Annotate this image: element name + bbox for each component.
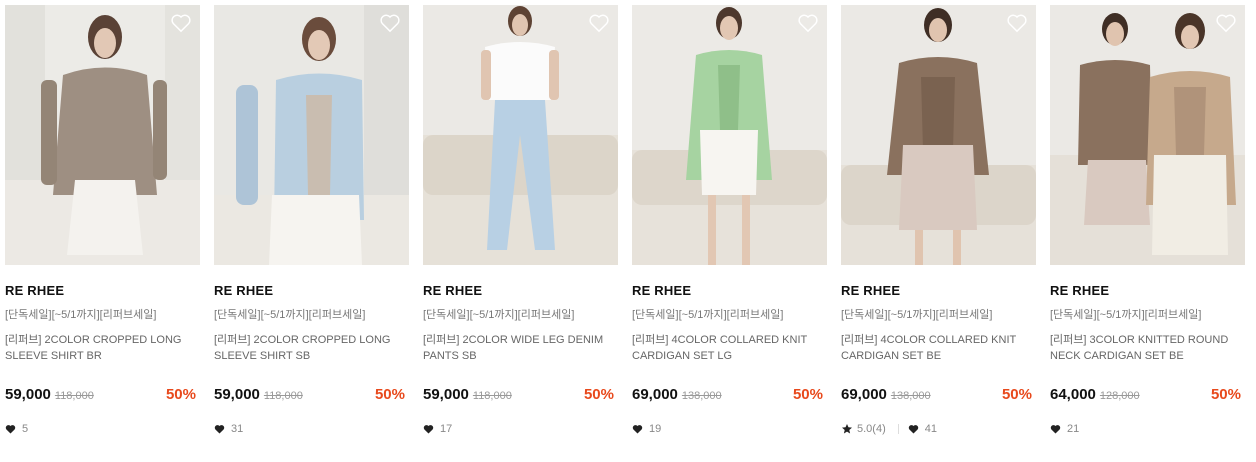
original-price: 118,000: [54, 390, 94, 402]
discount-rate: 50%: [1001, 386, 1032, 403]
wishlist-heart-icon[interactable]: [170, 13, 192, 33]
product-card[interactable]: RE RHEE [단독세일][~5/1까지][리퍼브세일] [리퍼브] 4COL…: [632, 5, 827, 436]
like-count: 21: [1067, 423, 1080, 435]
price-row: 59,000 118,000 50%: [5, 386, 200, 406]
discount-rate: 50%: [583, 386, 614, 403]
brand-name[interactable]: RE RHEE: [5, 283, 200, 299]
discount-rate: 50%: [374, 386, 405, 403]
promo-tags: [단독세일][~5/1까지][리퍼브세일]: [841, 309, 993, 321]
product-meta: 19: [632, 422, 827, 436]
product-image[interactable]: [423, 5, 618, 265]
product-meta: 21: [1050, 422, 1245, 436]
brand-name[interactable]: RE RHEE: [423, 283, 618, 299]
product-title[interactable]: [리퍼브] 4COLOR COLLARED KNIT CARDIGAN SET …: [841, 332, 1036, 364]
product-title[interactable]: [리퍼브] 3COLOR KNITTED ROUND NECK CARDIGAN…: [1050, 332, 1245, 364]
wishlist-heart-icon[interactable]: [797, 13, 819, 33]
sale-price: 64,000: [1050, 386, 1096, 403]
heart-filled-icon: [908, 425, 918, 434]
product-grid: RE RHEE [단독세일][~5/1까지][리퍼브세일] [리퍼브] 2COL…: [0, 0, 1256, 436]
product-image[interactable]: [841, 5, 1036, 265]
product-photo[interactable]: [214, 5, 409, 265]
promo-tags: [단독세일][~5/1까지][리퍼브세일]: [5, 309, 157, 321]
discount-rate: 50%: [792, 386, 823, 403]
price-row: 69,000 138,000 50%: [841, 386, 1036, 406]
product-meta: 5.0(4) 41: [841, 422, 1036, 436]
original-price: 138,000: [890, 390, 931, 402]
product-meta: 31: [214, 422, 409, 436]
product-card[interactable]: RE RHEE [단독세일][~5/1까지][리퍼브세일] [리퍼브] 2COL…: [5, 5, 200, 436]
product-meta: 17: [423, 422, 618, 436]
rating-value: 5.0(4): [857, 423, 886, 435]
promo-tags: [단독세일][~5/1까지][리퍼브세일]: [214, 309, 366, 321]
product-card[interactable]: RE RHEE [단독세일][~5/1까지][리퍼브세일] [리퍼브] 2COL…: [214, 5, 409, 436]
product-photo[interactable]: [632, 5, 827, 265]
brand-name[interactable]: RE RHEE: [1050, 283, 1245, 299]
discount-rate: 50%: [165, 386, 196, 403]
discount-rate: 50%: [1210, 386, 1241, 403]
sale-price: 59,000: [214, 386, 260, 403]
product-title[interactable]: [리퍼브] 2COLOR CROPPED LONG SLEEVE SHIRT S…: [214, 332, 409, 364]
original-price: 138,000: [681, 390, 722, 402]
product-image[interactable]: [214, 5, 409, 265]
product-title[interactable]: [리퍼브] 2COLOR CROPPED LONG SLEEVE SHIRT B…: [5, 332, 200, 364]
original-price: 118,000: [472, 390, 512, 402]
original-price: 118,000: [263, 390, 303, 402]
sale-price: 69,000: [632, 386, 678, 403]
product-photo[interactable]: [423, 5, 618, 265]
brand-name[interactable]: RE RHEE: [632, 283, 827, 299]
heart-filled-icon: [423, 425, 434, 434]
like-count: 17: [440, 423, 453, 435]
promo-tags: [단독세일][~5/1까지][리퍼브세일]: [423, 309, 575, 321]
sale-price: 59,000: [5, 386, 51, 403]
price-row: 59,000 118,000 50%: [214, 386, 409, 406]
like-count: 41: [924, 423, 937, 435]
like-count: 31: [231, 423, 244, 435]
product-title[interactable]: [리퍼브] 4COLOR COLLARED KNIT CARDIGAN SET …: [632, 332, 827, 364]
product-image[interactable]: [632, 5, 827, 265]
original-price: 128,000: [1099, 390, 1140, 402]
heart-filled-icon: [5, 425, 16, 434]
product-card[interactable]: RE RHEE [단독세일][~5/1까지][리퍼브세일] [리퍼브] 2COL…: [423, 5, 618, 436]
sale-price: 69,000: [841, 386, 887, 403]
like-count: 5: [22, 423, 29, 435]
like-count: 19: [649, 423, 662, 435]
product-title[interactable]: [리퍼브] 2COLOR WIDE LEG DENIM PANTS SB: [423, 332, 618, 364]
product-image[interactable]: [5, 5, 200, 265]
promo-tags: [단독세일][~5/1까지][리퍼브세일]: [1050, 309, 1202, 321]
brand-name[interactable]: RE RHEE: [214, 283, 409, 299]
product-meta: 5: [5, 422, 200, 436]
meta-divider: [897, 424, 899, 434]
brand-name[interactable]: RE RHEE: [841, 283, 1036, 299]
heart-filled-icon: [632, 425, 643, 434]
wishlist-heart-icon[interactable]: [1215, 13, 1237, 33]
heart-filled-icon: [214, 425, 225, 434]
price-row: 59,000 118,000 50%: [423, 386, 618, 406]
wishlist-heart-icon[interactable]: [379, 13, 401, 33]
product-card[interactable]: RE RHEE [단독세일][~5/1까지][리퍼브세일] [리퍼브] 4COL…: [841, 5, 1036, 436]
price-row: 64,000 128,000 50%: [1050, 386, 1245, 406]
product-image[interactable]: [1050, 5, 1245, 265]
wishlist-heart-icon[interactable]: [1006, 13, 1028, 33]
promo-tags: [단독세일][~5/1까지][리퍼브세일]: [632, 309, 784, 321]
price-row: 69,000 138,000 50%: [632, 386, 827, 406]
product-photo[interactable]: [1050, 5, 1245, 265]
heart-filled-icon: [1050, 425, 1061, 434]
product-card[interactable]: RE RHEE [단독세일][~5/1까지][리퍼브세일] [리퍼브] 3COL…: [1050, 5, 1245, 436]
product-photo[interactable]: [5, 5, 200, 265]
wishlist-heart-icon[interactable]: [588, 13, 610, 33]
product-photo[interactable]: [841, 5, 1036, 265]
star-icon: [842, 424, 852, 434]
sale-price: 59,000: [423, 386, 469, 403]
